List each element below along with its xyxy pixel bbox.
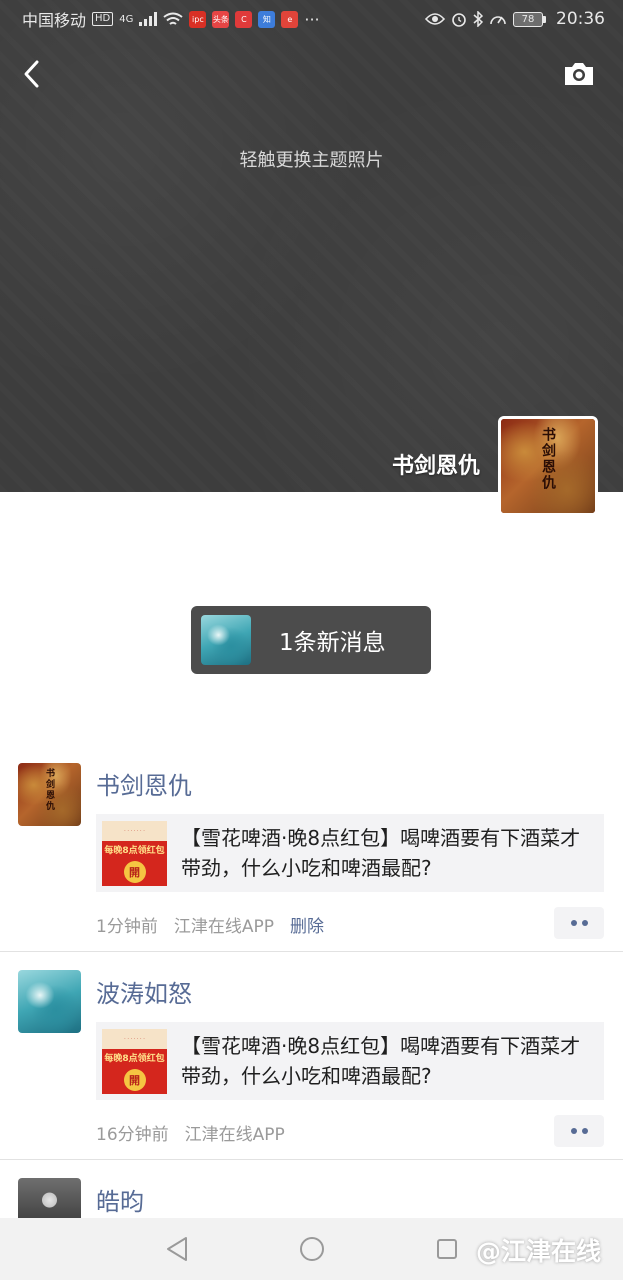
bluetooth-icon [473, 11, 483, 27]
app-notification-icon-2: 头条 [212, 10, 230, 28]
dot-icon [570, 920, 577, 926]
post-source[interactable]: 江津在线APP [185, 1120, 285, 1145]
new-message-button[interactable]: 1条新消息 [191, 606, 431, 674]
wifi-icon [163, 12, 183, 25]
post-meta: 16分钟前 江津在线APP [96, 1120, 285, 1145]
battery-icon: 78 [513, 11, 546, 27]
new-message-label: 1条新消息 [279, 630, 386, 656]
post-author-name[interactable]: 波涛如怒 [96, 974, 192, 1009]
dot-icon [570, 1128, 577, 1134]
post-avatar[interactable] [18, 970, 81, 1033]
status-bar: 中国移动 HD 4G ipc 头条 C 知 e ··· 78 20:36 [0, 0, 623, 38]
network-label: 4G [119, 13, 134, 25]
carrier-label: 中国移动 [22, 11, 87, 30]
post-author-name[interactable]: 皓昀 [96, 1182, 144, 1217]
eye-icon [425, 13, 445, 25]
more-actions-button[interactable] [554, 1115, 604, 1147]
triangle-back-icon[interactable] [165, 1236, 189, 1262]
circle-home-icon[interactable] [298, 1235, 326, 1263]
post-divider [0, 951, 623, 952]
profile-avatar[interactable]: 书剑恩仇 [498, 416, 598, 516]
avatar-image: 书剑恩仇 [501, 419, 595, 513]
more-actions-button[interactable] [554, 907, 604, 939]
shared-link-card[interactable]: · · · · · · · 每晚8点领红包 開 【雪花啤酒·晚8点红包】喝啤酒要… [96, 1022, 604, 1100]
watermark: @江津在线 [475, 1237, 601, 1266]
more-notifications: ··· [304, 9, 320, 29]
app-notification-icon-1: ipc [189, 10, 207, 28]
post-divider [0, 1159, 623, 1160]
post-time: 1分钟前 [96, 917, 158, 937]
thumbnail-open-badge: 開 [123, 860, 146, 883]
red-packet-thumbnail: · · · · · · · 每晚8点领红包 開 [102, 820, 167, 886]
clock: 20:36 [556, 9, 605, 29]
camera-icon[interactable] [562, 58, 596, 90]
post-author-name[interactable]: 书剑恩仇 [96, 766, 192, 801]
thumbnail-open-badge: 開 [123, 1068, 146, 1091]
red-packet-thumbnail: · · · · · · · 每晚8点领红包 開 [102, 1028, 167, 1094]
shared-link-title: 【雪花啤酒·晚8点红包】喝啤酒要有下酒菜才带劲，什么小吃和啤酒最配? [181, 826, 581, 880]
square-recents-icon[interactable] [435, 1237, 459, 1261]
hd-badge: HD [92, 12, 114, 26]
app-notification-icon-4: 知 [258, 10, 276, 28]
thumbnail-text: 每晚8点领红包 [104, 1053, 165, 1064]
profile-name[interactable]: 书剑恩仇 [392, 448, 480, 480]
thumbnail-text: 每晚8点领红包 [104, 845, 165, 856]
post-source[interactable]: 江津在线APP [174, 912, 274, 937]
shared-link-card[interactable]: · · · · · · · 每晚8点领红包 開 【雪花啤酒·晚8点红包】喝啤酒要… [96, 814, 604, 892]
dot-icon [581, 920, 588, 926]
battery-level: 78 [513, 11, 543, 27]
app-notification-icon-3: C [235, 10, 253, 28]
new-message-avatar [201, 615, 251, 665]
avatar-calligraphy: 书剑恩仇 [540, 426, 556, 491]
dot-icon [581, 1128, 588, 1134]
shared-link-title: 【雪花啤酒·晚8点红包】喝啤酒要有下酒菜才带劲，什么小吃和啤酒最配? [181, 1034, 581, 1088]
post-time: 16分钟前 [96, 1125, 169, 1145]
chevron-left-icon[interactable] [18, 56, 46, 92]
cover-change-hint: 轻触更换主题照片 [239, 150, 384, 171]
app-notification-icon-5: e [281, 10, 299, 28]
signal-icon [139, 12, 158, 26]
post-meta: 1分钟前 江津在线APP 删除 [96, 912, 324, 937]
delete-link[interactable]: 删除 [290, 912, 324, 937]
speed-icon [490, 16, 506, 25]
post-avatar[interactable]: 书剑恩仇 [18, 763, 81, 826]
alarm-icon [452, 13, 466, 27]
